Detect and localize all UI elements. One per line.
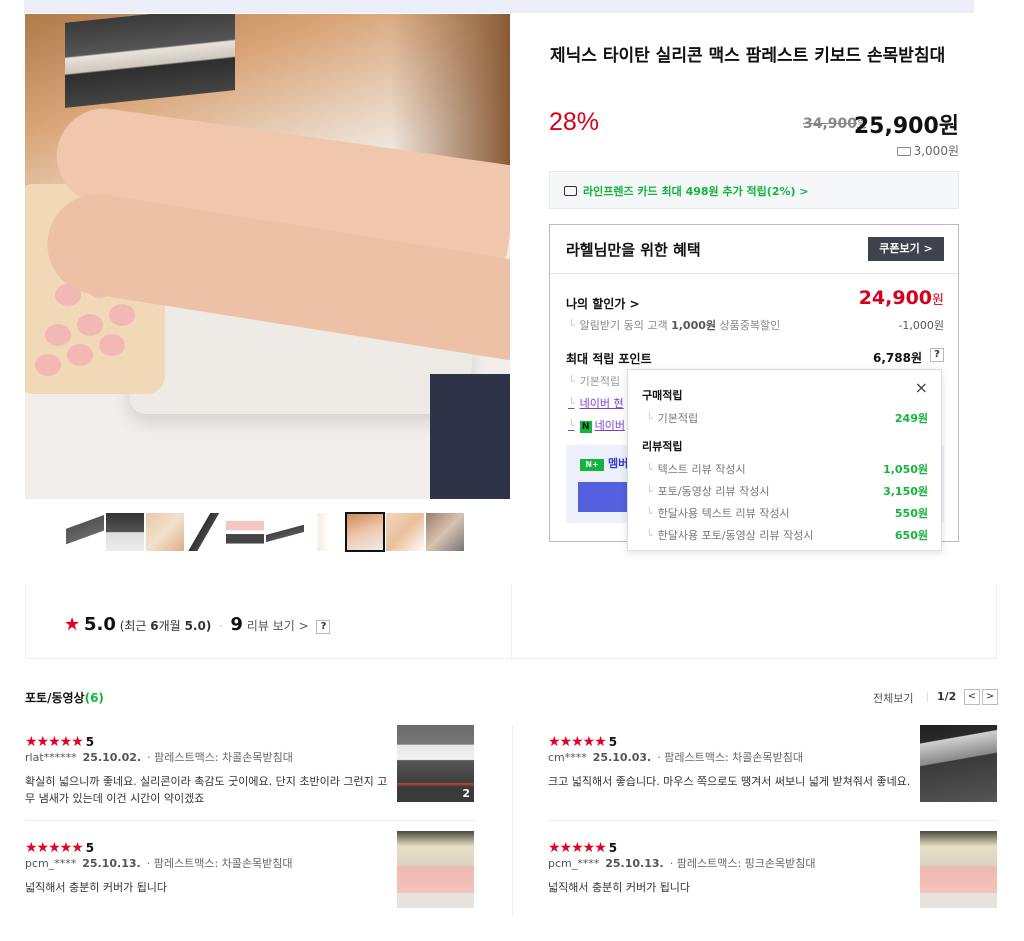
thumbnail[interactable] [426, 513, 464, 551]
close-icon[interactable]: × [915, 378, 928, 397]
review-item[interactable]: ★★★★★ 5 pcm_**** 25.10.13. · 팜레스트맥스: 차콜손목받침… [25, 831, 475, 927]
star-icon: ★ [64, 614, 81, 635]
thumbnail-selected[interactable] [345, 512, 385, 552]
thumbnail[interactable] [106, 513, 144, 551]
review-view-link[interactable]: 리뷰 보기 > [247, 619, 309, 633]
rating-summary: ★ 5.0 (최근 6개월 5.0) · 9 리뷰 보기 > ? [64, 614, 331, 635]
discount-rate: 28% [549, 108, 600, 136]
help-icon[interactable]: ? [316, 620, 331, 634]
review-text: 크고 넓직해서 좋습니다. 마우스 쪽으로도 땡겨서 써보니 넓게 받쳐줘서 좋… [548, 775, 911, 788]
thumbnail[interactable] [306, 513, 344, 551]
point-line-naver-card[interactable]: └ 네이버 현 [568, 395, 624, 411]
thumbnail[interactable] [186, 513, 224, 551]
naver-plus-icon: N+ [580, 459, 604, 471]
next-page-button[interactable]: > [982, 689, 998, 705]
my-discount-link[interactable]: 나의 할인가 > [566, 295, 640, 312]
review-meta: cm**** 25.10.03. · 팜레스트맥스: 차콜손목받침대 [548, 751, 803, 764]
shipping-fee: 3,000원 [896, 142, 959, 159]
page-indicator: 1/2 [937, 690, 957, 703]
review-stars: ★★★★★ [25, 734, 84, 750]
review-photo[interactable] [397, 831, 474, 908]
review-photo[interactable]: 2 [397, 725, 474, 802]
review-text: 넓직해서 충분히 커버가 됩니다 [25, 881, 168, 894]
review-point-heading: 리뷰적립 [642, 440, 683, 453]
thumbnail[interactable] [146, 513, 184, 551]
popup-row-text-review: └ 텍스트 리뷰 작성시 1,050원 [646, 463, 928, 476]
review-meta: rlat****** 25.10.02. · 팜레스트맥스: 차콜손목받침대 [25, 751, 293, 764]
point-line-naver[interactable]: └ N 네이버 [568, 417, 625, 433]
top-banner-strip [24, 0, 974, 13]
image-books [65, 14, 235, 108]
max-point-value: 6,788원 [873, 351, 922, 365]
my-discount-price: 24,900원 [858, 287, 944, 309]
photo-review-title: 포토/동영상(6) [25, 691, 104, 705]
sale-price: 25,900원 [853, 114, 959, 139]
review-photo[interactable] [920, 725, 997, 802]
thumbnail[interactable] [226, 513, 264, 551]
thumbnail[interactable] [266, 513, 304, 551]
popup-row-photo-review: └ 포토/동영상 리뷰 작성시 3,150원 [646, 485, 928, 498]
my-discount-detail-value: -1,000원 [898, 319, 944, 332]
review-stars: ★★★★★ [548, 734, 607, 750]
review-item[interactable]: ★★★★★ 5 pcm_**** 25.10.13. · 팜레스트맥스: 핑크손목받침… [548, 831, 998, 927]
help-icon[interactable]: ? [930, 348, 944, 362]
review-photo[interactable] [920, 831, 997, 908]
product-title: 제닉스 타이탄 실리콘 맥스 팜레스트 키보드 손목받침대 [550, 46, 946, 66]
naver-pay-icon: N [579, 421, 592, 433]
my-discount-detail: └ 알림받기 동의 고객 1,000원 상품중복할인 [568, 319, 781, 332]
truck-icon [896, 147, 911, 156]
prev-page-button[interactable]: < [964, 689, 980, 705]
benefit-title: 라헬님만을 위한 혜택 [566, 241, 701, 259]
membership-text: N+ 멤버 [580, 455, 628, 471]
review-text: 넓직해서 충분히 커버가 됩니다 [548, 881, 691, 894]
popup-row-month-photo-review: └ 한달사용 포토/동영상 리뷰 작성시 650원 [646, 529, 928, 542]
thumbnail-strip [66, 512, 464, 553]
popup-row-basic: └ 기본적립 249원 [646, 412, 928, 425]
review-stars: ★★★★★ [548, 840, 607, 856]
thumbnail[interactable] [66, 513, 104, 551]
view-all-link[interactable]: 전체보기 [873, 690, 913, 706]
coupon-view-button[interactable]: 쿠폰보기 > [868, 237, 944, 261]
card-benefit-banner[interactable]: 라인프렌즈 카드 최대 498원 추가 적립(2%) > [549, 171, 959, 209]
rating-panel: ★ 5.0 (최근 6개월 5.0) · 9 리뷰 보기 > ? [25, 584, 997, 659]
purchase-point-heading: 구매적립 [642, 389, 683, 402]
photo-count-badge: 2 [462, 787, 470, 800]
product-main-image[interactable] [25, 14, 510, 499]
review-item[interactable]: ★★★★★ 5 cm**** 25.10.03. · 팜레스트맥스: 차콜손목받침대 … [548, 725, 998, 821]
point-detail-popup: × 구매적립 └ 기본적립 249원 리뷰적립 └ 텍스트 리뷰 작성시 1,050원 … [627, 369, 942, 551]
popup-row-month-text-review: └ 한달사용 텍스트 리뷰 작성시 550원 [646, 507, 928, 520]
credit-card-icon [564, 186, 577, 196]
review-meta: pcm_**** 25.10.13. · 팜레스트맥스: 차콜손목받침대 [25, 857, 293, 870]
review-text: 확실히 넓으니까 좋네요. 실리콘이라 촉감도 굿이에요. 단지 초반이라 그런… [25, 775, 388, 805]
divider [550, 273, 958, 274]
point-line-basic: └ 기본적립 [568, 375, 621, 388]
thumbnail[interactable] [386, 513, 424, 551]
review-item[interactable]: ★★★★★ 5 rlat****** 25.10.02. · 팜레스트맥스: 차콜손목… [25, 725, 475, 821]
review-meta: pcm_**** 25.10.13. · 팜레스트맥스: 핑크손목받침대 [548, 857, 816, 870]
review-count: 9 [230, 614, 243, 635]
max-point-label: 최대 적립 포인트 [566, 352, 652, 366]
review-stars: ★★★★★ [25, 840, 84, 856]
